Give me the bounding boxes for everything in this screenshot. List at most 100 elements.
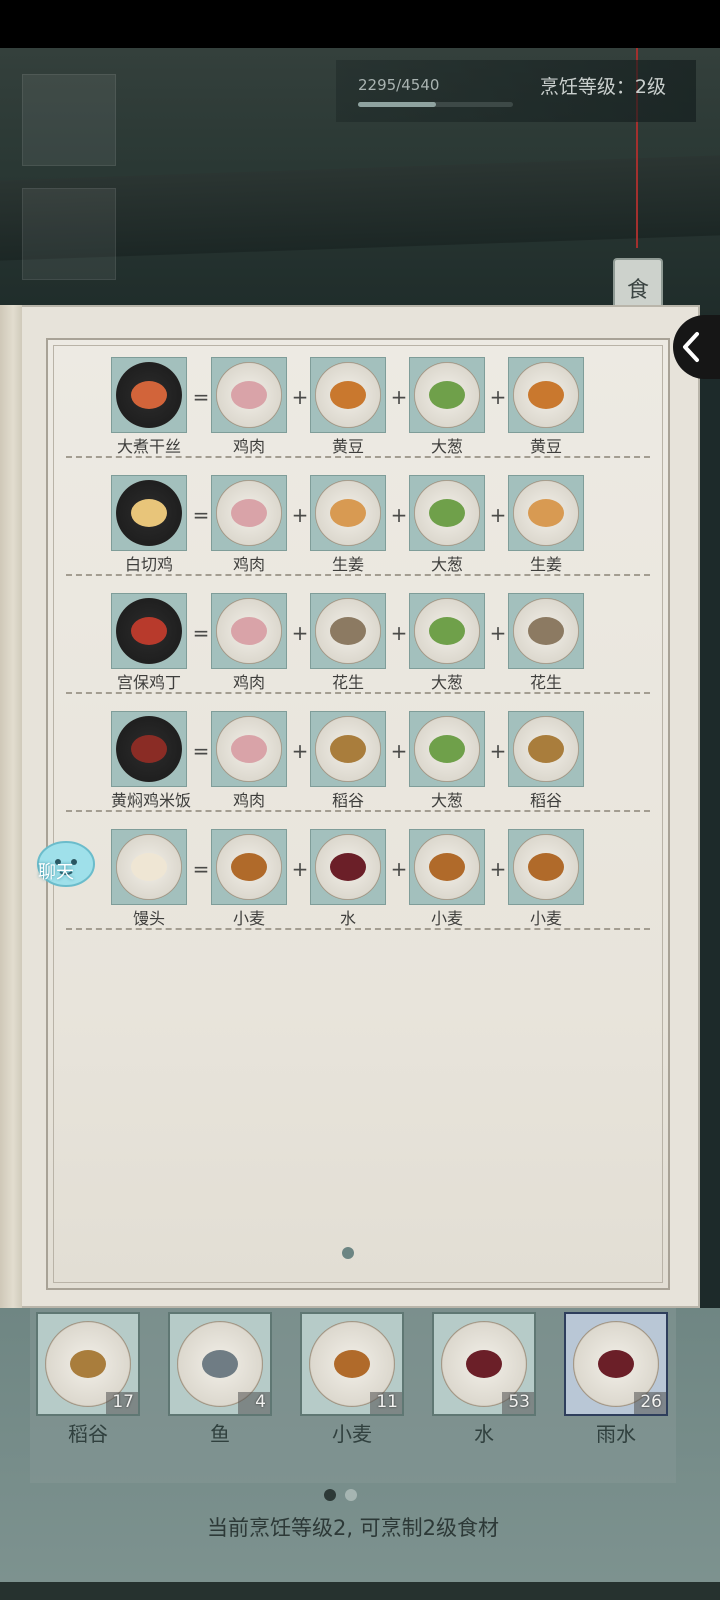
item-count: 11 bbox=[376, 1392, 398, 1412]
inventory-slot[interactable]: 26 bbox=[564, 1312, 668, 1416]
chat-button[interactable]: 聊天 bbox=[28, 840, 98, 910]
recipe-dish[interactable]: 黄焖鸡米饭 bbox=[111, 711, 191, 811]
recipe-ingredient[interactable]: 花生 bbox=[508, 593, 584, 693]
recipe-dish[interactable]: 大煮干丝 bbox=[111, 357, 187, 457]
item-icon-box bbox=[409, 475, 485, 551]
food-plate-icon bbox=[414, 834, 480, 900]
item-icon-box bbox=[111, 475, 187, 551]
ingredient-label: 鸡肉 bbox=[232, 437, 265, 456]
plus-sign: + bbox=[291, 857, 309, 881]
food-icon bbox=[528, 853, 564, 881]
food-plate-icon bbox=[116, 598, 182, 664]
food-icon bbox=[131, 617, 167, 645]
recipe-ingredient[interactable]: 小麦 bbox=[409, 829, 485, 929]
dish-label: 馒头 bbox=[132, 909, 165, 928]
recipe-ingredient[interactable]: 大葱 bbox=[409, 593, 485, 693]
equals-sign: = bbox=[192, 503, 210, 527]
recipe-dish[interactable]: 馒头 bbox=[111, 829, 187, 929]
item-icon-box bbox=[211, 593, 287, 669]
inventory-slot[interactable]: 11 bbox=[300, 1312, 404, 1416]
food-plate-icon bbox=[315, 716, 381, 782]
inventory-slot[interactable]: 53 bbox=[432, 1312, 536, 1416]
food-icon bbox=[330, 381, 366, 409]
recipe-ingredient[interactable]: 鸡肉 bbox=[211, 475, 287, 575]
equals-sign: = bbox=[192, 385, 210, 409]
food-icon bbox=[528, 381, 564, 409]
recipe-ingredient[interactable]: 稻谷 bbox=[508, 711, 584, 811]
food-icon bbox=[131, 381, 167, 409]
recipe-ingredient[interactable]: 鸡肉 bbox=[211, 357, 287, 457]
inventory-dot-active[interactable] bbox=[324, 1489, 336, 1501]
recipe-row[interactable]: 馒头 小麦 水 小麦 小麦 = + + + bbox=[48, 812, 668, 930]
xp-progress-bar bbox=[358, 102, 513, 107]
recipe-dish[interactable]: 白切鸡 bbox=[111, 475, 187, 575]
recipe-ingredient[interactable]: 鸡肉 bbox=[211, 711, 287, 811]
ingredient-label: 黄豆 bbox=[529, 437, 562, 456]
ingredient-label: 小麦 bbox=[430, 909, 463, 928]
cooking-level-text: 烹饪等级：2级 bbox=[539, 76, 666, 98]
food-plate-icon bbox=[116, 716, 182, 782]
item-icon-box bbox=[508, 593, 584, 669]
food-icon bbox=[330, 617, 366, 645]
item-icon-box bbox=[310, 829, 386, 905]
food-icon bbox=[231, 499, 267, 527]
food-icon bbox=[70, 1350, 106, 1378]
ingredient-label: 大葱 bbox=[430, 791, 463, 810]
inventory-dot-inactive[interactable] bbox=[345, 1489, 357, 1501]
ingredient-label: 稻谷 bbox=[529, 791, 562, 810]
recipe-ingredient[interactable]: 生姜 bbox=[508, 475, 584, 575]
food-icon bbox=[330, 499, 366, 527]
equals-sign: = bbox=[192, 857, 210, 881]
recipe-ingredient[interactable]: 花生 bbox=[310, 593, 386, 693]
recipe-ingredient[interactable]: 水 bbox=[310, 829, 386, 929]
item-icon-box bbox=[409, 711, 485, 787]
plus-sign: + bbox=[489, 739, 507, 763]
item-count: 26 bbox=[640, 1392, 662, 1412]
recipe-ingredient[interactable]: 小麦 bbox=[211, 829, 287, 929]
recipe-row[interactable]: 宫保鸡丁 鸡肉 花生 大葱 花生 = + + + bbox=[48, 576, 668, 694]
food-icon bbox=[231, 853, 267, 881]
item-icon-box bbox=[310, 357, 386, 433]
recipe-row[interactable]: 黄焖鸡米饭 鸡肉 稻谷 大葱 稻谷 = + + + bbox=[48, 694, 668, 812]
recipe-ingredient[interactable]: 小麦 bbox=[508, 829, 584, 929]
food-icon bbox=[231, 617, 267, 645]
food-icon bbox=[202, 1350, 238, 1378]
recipe-ingredient[interactable]: 黄豆 bbox=[508, 357, 584, 457]
side-slot-1[interactable] bbox=[22, 74, 116, 166]
recipe-row[interactable]: 大煮干丝 鸡肉 黄豆 大葱 黄豆 = + + + bbox=[48, 340, 668, 458]
recipe-ingredient[interactable]: 大葱 bbox=[409, 357, 485, 457]
recipe-row[interactable]: 白切鸡 鸡肉 生姜 大葱 生姜 = + + + bbox=[48, 458, 668, 576]
inventory-slot[interactable]: 4 bbox=[168, 1312, 272, 1416]
side-slot-2[interactable] bbox=[22, 188, 116, 280]
cooking-level-hint: 当前烹饪等级2, 可烹制2级食材 bbox=[206, 1516, 500, 1540]
plus-sign: + bbox=[489, 503, 507, 527]
plus-sign: + bbox=[489, 857, 507, 881]
recipe-ingredient[interactable]: 黄豆 bbox=[310, 357, 386, 457]
food-icon bbox=[429, 499, 465, 527]
inventory-item-label: 雨水 bbox=[596, 1422, 636, 1446]
ingredient-label: 水 bbox=[339, 909, 356, 928]
item-count: 4 bbox=[255, 1392, 266, 1412]
plus-sign: + bbox=[390, 739, 408, 763]
recipe-ingredient[interactable]: 稻谷 bbox=[310, 711, 386, 811]
ingredient-label: 花生 bbox=[331, 673, 364, 692]
food-plate-icon bbox=[315, 362, 381, 428]
plus-sign: + bbox=[390, 857, 408, 881]
item-icon-box bbox=[310, 593, 386, 669]
item-icon-box bbox=[508, 357, 584, 433]
recipe-ingredient[interactable]: 鸡肉 bbox=[211, 593, 287, 693]
inventory-slot[interactable]: 17 bbox=[36, 1312, 140, 1416]
inventory-shelf: 17 稻谷 4 鱼 11 小麦 53 水 26 雨水 bbox=[30, 1308, 676, 1483]
recipe-dish[interactable]: 宫保鸡丁 bbox=[111, 593, 187, 693]
food-icon bbox=[330, 853, 366, 881]
recipe-ingredient[interactable]: 生姜 bbox=[310, 475, 386, 575]
food-icon bbox=[466, 1350, 502, 1378]
food-plate-icon bbox=[315, 480, 381, 546]
food-icon bbox=[429, 853, 465, 881]
ingredient-label: 小麦 bbox=[529, 909, 562, 928]
recipe-ingredient[interactable]: 大葱 bbox=[409, 475, 485, 575]
recipe-ingredient[interactable]: 大葱 bbox=[409, 711, 485, 811]
xp-progress-fill bbox=[358, 102, 437, 107]
food-icon bbox=[429, 617, 465, 645]
item-icon-box bbox=[111, 357, 187, 433]
